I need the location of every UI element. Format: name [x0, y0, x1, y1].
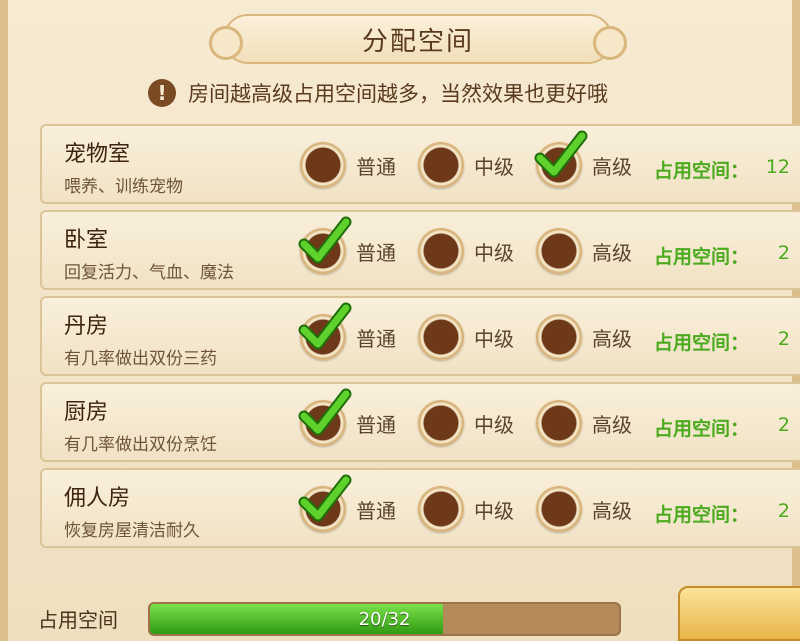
- room-row: 佣人房恢复房屋清洁耐久 普通 中级 高级 占用空间： 2: [40, 468, 800, 548]
- checkmark-icon: [298, 388, 352, 436]
- space-label: 占用空间：: [654, 504, 750, 526]
- room-row: 丹房有几率做出双份三药 普通 中级 高级 占用空间： 2: [40, 296, 800, 376]
- level-radio[interactable]: [536, 228, 582, 274]
- room-name: 宠物室: [64, 142, 131, 167]
- level-radio[interactable]: [418, 142, 464, 188]
- level-label: 中级: [474, 154, 514, 179]
- level-radio[interactable]: [298, 302, 352, 360]
- level-label: 高级: [592, 154, 632, 179]
- level-label: 普通: [356, 412, 396, 437]
- room-desc: 恢复房屋清洁耐久: [64, 521, 200, 541]
- level-radio[interactable]: [536, 486, 582, 532]
- level-radio[interactable]: [418, 228, 464, 274]
- level-radio[interactable]: [418, 486, 464, 532]
- room-level-option-3[interactable]: 高级: [534, 130, 632, 188]
- room-name: 厨房: [64, 400, 109, 425]
- space-value: 2: [777, 500, 790, 522]
- confirm-button[interactable]: [678, 586, 800, 641]
- room-level-option-1[interactable]: 普通: [298, 388, 396, 446]
- checkmark-icon: [298, 474, 352, 522]
- hint-row: ! 房间越高级占用空间越多，当然效果也更好哦: [148, 76, 608, 110]
- space-value: 12: [765, 156, 790, 178]
- room-name: 卧室: [64, 228, 109, 253]
- room-row: 卧室回复活力、气血、魔法 普通 中级 高级 占用空间： 2: [40, 210, 800, 290]
- level-label: 高级: [592, 498, 632, 523]
- room-desc: 有几率做出双份三药: [64, 349, 217, 369]
- level-label: 高级: [592, 412, 632, 437]
- checkmark-icon: [534, 130, 588, 178]
- room-name: 佣人房: [64, 486, 131, 511]
- space-usage-label: 占用空间: [38, 608, 118, 632]
- space-label: 占用空间：: [654, 246, 750, 268]
- level-label: 中级: [474, 498, 514, 523]
- room-level-option-2[interactable]: 中级: [418, 314, 514, 360]
- level-radio[interactable]: [534, 130, 588, 188]
- level-radio[interactable]: [536, 400, 582, 446]
- room-level-option-3[interactable]: 高级: [536, 400, 632, 446]
- room-level-option-2[interactable]: 中级: [418, 228, 514, 274]
- room-level-option-1[interactable]: 普通: [298, 302, 396, 360]
- level-label: 普通: [356, 326, 396, 351]
- level-radio[interactable]: [300, 142, 346, 188]
- checkmark-icon: [298, 216, 352, 264]
- checkmark-icon: [298, 302, 352, 350]
- exclamation-icon: !: [148, 79, 176, 107]
- space-label: 占用空间：: [654, 160, 750, 182]
- room-level-option-2[interactable]: 中级: [418, 142, 514, 188]
- room-name: 丹房: [64, 314, 109, 339]
- room-desc: 回复活力、气血、魔法: [64, 263, 234, 283]
- level-label: 普通: [356, 154, 396, 179]
- space-usage-bar: 20/32: [148, 602, 621, 636]
- title-plate: 分配空间: [209, 14, 627, 64]
- room-desc: 有几率做出双份烹饪: [64, 435, 217, 455]
- level-label: 中级: [474, 240, 514, 265]
- level-label: 中级: [474, 326, 514, 351]
- room-desc: 喂养、训练宠物: [64, 177, 183, 197]
- room-level-option-1[interactable]: 普通: [298, 474, 396, 532]
- room-level-option-3[interactable]: 高级: [536, 486, 632, 532]
- level-label: 高级: [592, 240, 632, 265]
- room-row: 厨房有几率做出双份烹饪 普通 中级 高级 占用空间： 2: [40, 382, 800, 462]
- level-label: 高级: [592, 326, 632, 351]
- hint-text: 房间越高级占用空间越多，当然效果也更好哦: [188, 82, 608, 106]
- room-level-option-3[interactable]: 高级: [536, 314, 632, 360]
- level-label: 中级: [474, 412, 514, 437]
- dialog-title: 分配空间: [361, 26, 474, 57]
- space-label: 占用空间：: [654, 418, 750, 440]
- room-level-option-3[interactable]: 高级: [536, 228, 632, 274]
- level-radio[interactable]: [298, 474, 352, 532]
- level-radio[interactable]: [418, 400, 464, 446]
- level-radio[interactable]: [298, 388, 352, 446]
- space-usage-text: 20/32: [358, 609, 411, 630]
- level-radio[interactable]: [536, 314, 582, 360]
- level-radio[interactable]: [418, 314, 464, 360]
- room-level-option-2[interactable]: 中级: [418, 400, 514, 446]
- room-list: 宠物室 喂养、训练宠物 普通 中级 高级 占用空间： 12 卧室 回复活力、气血、魔法 普通 中级高…: [40, 124, 800, 554]
- space-value: 2: [777, 414, 790, 436]
- room-level-option-1[interactable]: 普通: [298, 216, 396, 274]
- room-level-option-1[interactable]: 普通: [300, 142, 396, 188]
- space-value: 2: [777, 328, 790, 350]
- level-radio[interactable]: [298, 216, 352, 274]
- space-label: 占用空间：: [654, 332, 750, 354]
- level-label: 普通: [356, 240, 396, 265]
- level-label: 普通: [356, 498, 396, 523]
- room-row: 宠物室喂养、训练宠物 普通 中级 高级 占用空间： 12: [40, 124, 800, 204]
- room-level-option-2[interactable]: 中级: [418, 486, 514, 532]
- allocate-space-dialog: 分配空间 ! 房间越高级占用空间越多，当然效果也更好哦 宠物室 喂养、训练宠物 普通…: [0, 0, 800, 641]
- space-value: 2: [777, 242, 790, 264]
